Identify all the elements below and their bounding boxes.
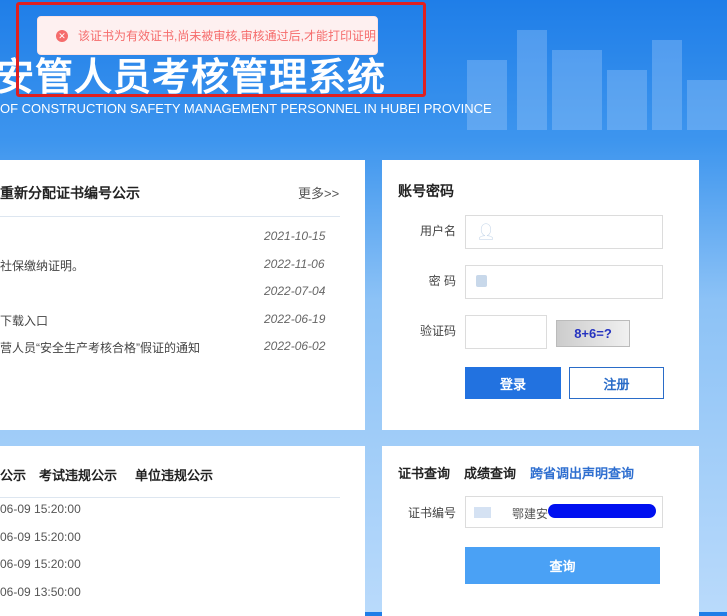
news-title: 重新分配证书编号公示 [0, 185, 140, 201]
tab-score-query[interactable]: 成绩查询 [464, 463, 516, 482]
news-item-title[interactable]: 营人员“安全生产考核合格”假证的通知 [0, 339, 200, 356]
notice-item-time[interactable]: 06-09 15:20:00 [0, 502, 81, 516]
password-label: 密 码 [428, 274, 456, 288]
news-item-date: 2022-11-06 [264, 256, 325, 271]
login-title: 账号密码 [398, 183, 454, 199]
captcha-image[interactable]: 8+6=? [556, 320, 630, 347]
tab-unit-violation[interactable]: 单位违规公示 [135, 465, 213, 484]
login-button[interactable]: 登录 [465, 367, 561, 399]
username-input[interactable]: 👤︎ [465, 215, 663, 249]
notice-panel: 公示 考试违规公示 单位违规公示 06-09 15:20:00 06-09 15:… [0, 446, 365, 616]
login-panel: 账号密码 用户名 👤︎ 密 码 验证码 8+6=? 登录 注册 [382, 160, 699, 430]
divider [0, 216, 340, 217]
lock-icon [476, 275, 487, 287]
username-label: 用户名 [419, 224, 456, 238]
news-item-date: 2022-06-02 [264, 339, 326, 353]
news-panel: 重新分配证书编号公示 更多>> 2021-10-15 社保缴纳证明。 2022-11… [0, 160, 365, 430]
tab-exam-violation[interactable]: 考试违规公示 [39, 465, 117, 484]
tab-notice[interactable]: 公示 [0, 465, 26, 484]
notice-item-time[interactable]: 06-09 15:20:00 [0, 557, 81, 571]
divider [0, 497, 340, 498]
news-item-date: 2022-06-19 [264, 311, 326, 326]
news-item-date: 2022-07-04 [264, 284, 326, 298]
tab-cert-query[interactable]: 证书查询 [398, 463, 450, 482]
id-card-icon [474, 507, 491, 518]
more-link[interactable]: 更多>> [298, 183, 339, 202]
cert-number-input[interactable]: 鄂建安 [465, 496, 663, 528]
redaction-mark [548, 504, 656, 518]
cert-number-label: 证书编号 [407, 506, 456, 520]
captcha-label: 验证码 [419, 324, 456, 338]
password-input[interactable] [465, 265, 663, 299]
query-panel: 证书查询 成绩查询 跨省调出声明查询 证书编号 鄂建安 查询 [382, 446, 699, 616]
user-icon: 👤︎ [476, 224, 497, 241]
notice-item-time[interactable]: 06-09 15:20:00 [0, 530, 81, 544]
cert-number-value: 鄂建安 [512, 507, 549, 521]
captcha-input[interactable] [465, 315, 547, 349]
news-item-title[interactable]: 社保缴纳证明。 [0, 257, 84, 274]
tab-cross-province-query[interactable]: 跨省调出声明查询 [530, 463, 634, 482]
highlight-annotation-box [16, 2, 426, 97]
system-subtitle: OF CONSTRUCTION SAFETY MANAGEMENT PERSON… [0, 101, 492, 116]
notice-item-time[interactable]: 06-09 13:50:00 [0, 585, 81, 599]
news-item-title[interactable]: 下载入口 [0, 312, 48, 329]
news-item-date: 2021-10-15 [264, 229, 326, 243]
register-button[interactable]: 注册 [569, 367, 664, 399]
query-button[interactable]: 查询 [465, 547, 660, 584]
